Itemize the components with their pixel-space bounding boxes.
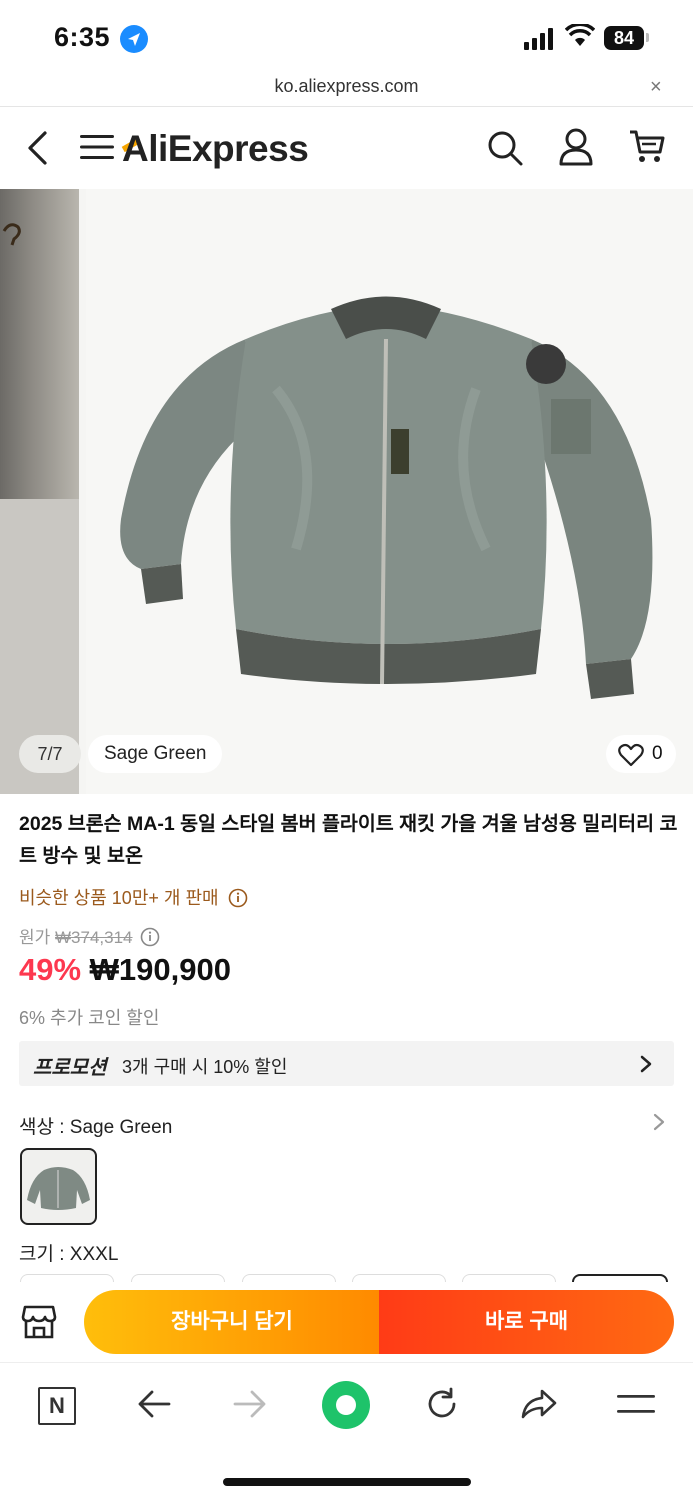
account-icon[interactable]: [558, 127, 594, 167]
green-dot-center: [336, 1395, 356, 1415]
sold-text: 비슷한 상품 10만+ 개 판매: [19, 888, 219, 908]
menu-icon[interactable]: [80, 133, 114, 161]
discount-percent: 49%: [19, 952, 82, 987]
heart-icon: [618, 743, 644, 767]
variant-chip[interactable]: Sage Green: [88, 735, 223, 773]
search-icon[interactable]: [486, 129, 524, 167]
sold-count: 비슷한 상품 10만+ 개 판매: [19, 884, 248, 910]
price-row: 49% ₩190,900: [19, 952, 231, 988]
product-title: 2025 브론슨 MA-1 동일 스타일 봄버 플라이트 재킷 가을 겨울 남성…: [19, 813, 678, 867]
buy-now-button[interactable]: 바로 구매: [379, 1290, 674, 1354]
product-gallery[interactable]: [0, 189, 693, 794]
coin-discount: 6% 추가 코인 할인: [19, 1008, 160, 1028]
add-to-cart-button[interactable]: 장바구니 담기: [84, 1290, 380, 1354]
promotion-text: 3개 구매 시 10% 할인: [122, 1057, 288, 1077]
wishlist-button[interactable]: 0: [606, 735, 676, 773]
info-icon[interactable]: [228, 888, 248, 908]
jacket-thumbnail: [27, 1167, 90, 1210]
url-bar[interactable]: ko.aliexpress.com: [0, 76, 693, 106]
naver-home-button[interactable]: N: [38, 1387, 76, 1425]
back-arrow-icon[interactable]: [136, 1388, 172, 1420]
refresh-icon[interactable]: [424, 1386, 460, 1422]
home-indicator: [223, 1478, 471, 1486]
close-icon[interactable]: ×: [650, 76, 662, 99]
sale-price: ₩190,900: [89, 952, 231, 987]
image-counter: 7/7: [19, 735, 81, 773]
product-image[interactable]: [86, 189, 693, 794]
share-icon[interactable]: [520, 1387, 558, 1421]
color-selector-label: 색상 : Sage Green: [19, 1117, 173, 1138]
location-icon: [120, 25, 148, 53]
back-icon[interactable]: [24, 130, 50, 166]
size-selector-label: 크기 : XXXL: [19, 1244, 119, 1265]
battery-icon: 84: [604, 26, 644, 50]
original-price-label: 원가: [19, 928, 51, 947]
chevron-right-icon: [640, 1055, 652, 1073]
original-price: 원가 ₩374,314: [19, 923, 160, 948]
forward-arrow-icon[interactable]: [232, 1388, 268, 1420]
chevron-right-icon[interactable]: [652, 1112, 666, 1132]
original-price-value: ₩374,314: [55, 928, 133, 947]
promotion-banner[interactable]: 프로모션 3개 구매 시 10% 할인: [19, 1041, 674, 1086]
info-icon[interactable]: [140, 927, 160, 947]
cart-icon[interactable]: [628, 128, 666, 166]
color-option-thumbnail[interactable]: [20, 1148, 97, 1225]
signal-icon: [524, 28, 553, 50]
like-count: 0: [652, 743, 663, 764]
store-icon[interactable]: [20, 1303, 58, 1341]
wifi-icon: [565, 24, 595, 46]
hamburger-menu-icon[interactable]: [617, 1392, 655, 1418]
promotion-label: 프로모션: [33, 1057, 107, 1079]
status-time: 6:35: [54, 22, 111, 52]
jacket-image: [120, 296, 653, 699]
battery-tip: [646, 33, 649, 42]
aliexpress-logo[interactable]: AliExpress: [122, 128, 309, 170]
question-mark-decoration: [2, 223, 21, 246]
